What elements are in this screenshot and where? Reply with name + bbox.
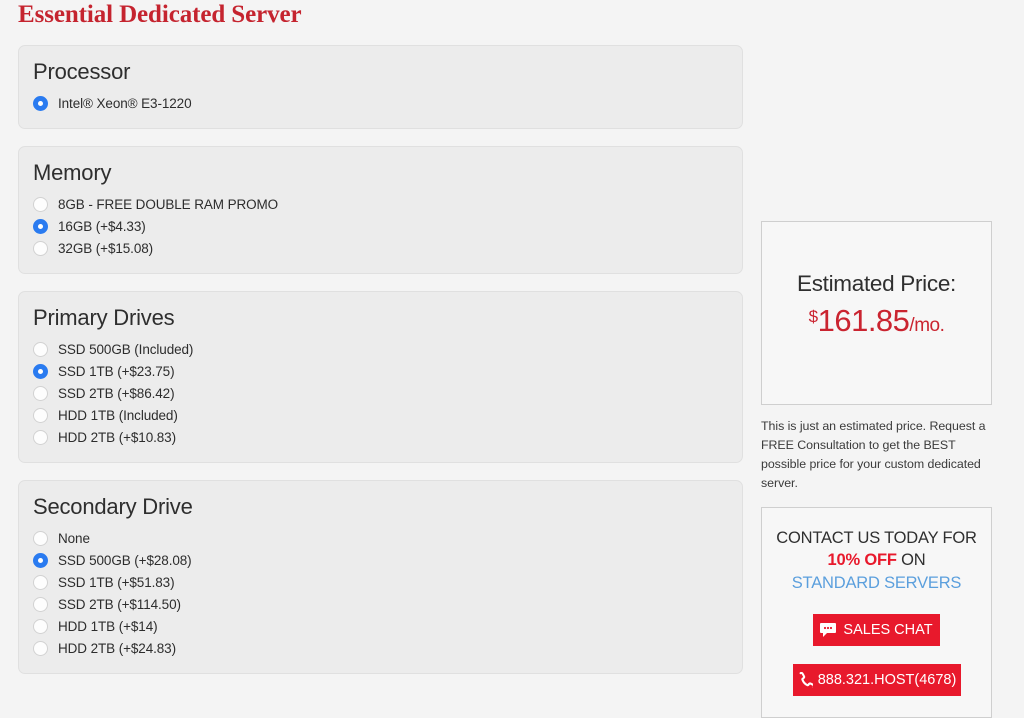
radio-button-selected[interactable] [33, 363, 48, 379]
option-group-primary-drives: Primary Drives SSD 500GB (Included) SSD 1T… [18, 291, 743, 463]
chat-bubble-icon [820, 622, 838, 638]
radio-button[interactable] [33, 596, 48, 612]
option-row[interactable]: SSD 1TB (+$23.75) [19, 360, 742, 382]
price-currency-symbol: $ [808, 307, 818, 326]
configuration-options-column: Processor Intel® Xeon® E3-1220 Memory 8GB -… [18, 45, 743, 691]
option-label: SSD 500GB (+$28.08) [58, 552, 192, 568]
option-row[interactable]: 16GB (+$4.33) [19, 215, 742, 237]
option-label: 32GB (+$15.08) [58, 240, 154, 256]
option-row[interactable]: 32GB (+$15.08) [19, 237, 742, 259]
radio-button[interactable] [33, 240, 48, 256]
option-row[interactable]: SSD 500GB (+$28.08) [19, 549, 742, 571]
option-group-memory: Memory 8GB - FREE DOUBLE RAM PROMO 16GB (+… [18, 146, 743, 274]
price-amount: 161.85 [817, 303, 910, 338]
option-label: HDD 2TB (+$10.83) [58, 429, 176, 445]
contact-discount-line: 10% OFF ON [770, 549, 983, 571]
option-row[interactable]: HDD 2TB (+$24.83) [19, 637, 742, 659]
price-period: /mo. [909, 315, 945, 336]
discount-badge: 10% OFF [827, 551, 897, 569]
radio-button[interactable] [33, 640, 48, 656]
radio-button-selected[interactable] [33, 552, 48, 568]
sales-chat-label: SALES CHAT [843, 622, 933, 638]
contact-headline: CONTACT US TODAY FOR [776, 529, 977, 547]
phone-number-button[interactable]: 888.321.HOST(4678) [792, 664, 961, 696]
radio-button[interactable] [33, 618, 48, 634]
sales-chat-button[interactable]: SALES CHAT [813, 614, 940, 646]
radio-button[interactable] [33, 341, 48, 357]
phone-icon [797, 671, 813, 689]
option-label: SSD 2TB (+$86.42) [58, 385, 175, 401]
phone-label: 888.321.HOST(4678) [817, 672, 957, 688]
group-title-secondary-drive: Secondary Drive [33, 494, 193, 519]
option-row[interactable]: HDD 1TB (Included) [19, 404, 742, 426]
option-label: SSD 500GB (Included) [58, 341, 194, 357]
pricing-sidebar: Estimated Price: $161.85/mo. This is jus… [761, 221, 992, 718]
radio-button[interactable] [33, 429, 48, 445]
option-row[interactable]: None [19, 527, 742, 549]
price-disclaimer-text: This is just an estimated price. Request… [761, 419, 986, 490]
option-row[interactable]: SSD 1TB (+$51.83) [19, 571, 742, 593]
contact-promo-box: CONTACT US TODAY FOR 10% OFF ON STANDARD… [761, 507, 992, 718]
dedicated-server-configurator-page: Essential Dedicated Server Processor Inte… [0, 0, 1024, 718]
page-title: Essential Dedicated Server [18, 1, 302, 28]
option-row[interactable]: 8GB - FREE DOUBLE RAM PROMO [19, 193, 742, 215]
option-row[interactable]: Intel® Xeon® E3-1220 [19, 92, 742, 114]
contact-on-word: ON [896, 551, 926, 569]
option-row[interactable]: SSD 500GB (Included) [19, 338, 742, 360]
option-label: SSD 1TB (+$23.75) [58, 363, 175, 379]
group-title-memory: Memory [33, 160, 112, 185]
radio-button[interactable] [33, 530, 48, 546]
option-label: SSD 2TB (+$114.50) [58, 596, 181, 612]
group-title-processor: Processor [33, 59, 131, 84]
estimated-price-box: Estimated Price: $161.85/mo. [761, 221, 992, 405]
option-group-processor: Processor Intel® Xeon® E3-1220 [18, 45, 743, 129]
option-label: SSD 1TB (+$51.83) [58, 574, 175, 590]
radio-button-selected[interactable] [33, 95, 48, 111]
radio-button[interactable] [33, 196, 48, 212]
option-label: 16GB (+$4.33) [58, 218, 146, 234]
option-row[interactable]: SSD 2TB (+$114.50) [19, 593, 742, 615]
radio-button[interactable] [33, 407, 48, 423]
estimated-price-value: $161.85/mo. [809, 303, 945, 339]
radio-button[interactable] [33, 385, 48, 401]
option-label: None [58, 530, 90, 546]
standard-servers-link[interactable]: STANDARD SERVERS [770, 571, 983, 595]
estimated-price-heading: Estimated Price: [796, 271, 956, 296]
option-label: HDD 1TB (Included) [58, 407, 178, 423]
option-row[interactable]: SSD 2TB (+$86.42) [19, 382, 742, 404]
radio-button-selected[interactable] [33, 218, 48, 234]
option-label: HDD 2TB (+$24.83) [58, 640, 176, 656]
option-label: Intel® Xeon® E3-1220 [58, 95, 192, 111]
option-label: 8GB - FREE DOUBLE RAM PROMO [58, 196, 279, 212]
option-group-secondary-drive: Secondary Drive None SSD 500GB (+$28.08) SS… [18, 480, 743, 674]
option-row[interactable]: HDD 1TB (+$14) [19, 615, 742, 637]
group-title-primary-drives: Primary Drives [33, 305, 175, 330]
option-label: HDD 1TB (+$14) [58, 618, 158, 634]
radio-button[interactable] [33, 574, 48, 590]
option-row[interactable]: HDD 2TB (+$10.83) [19, 426, 742, 448]
